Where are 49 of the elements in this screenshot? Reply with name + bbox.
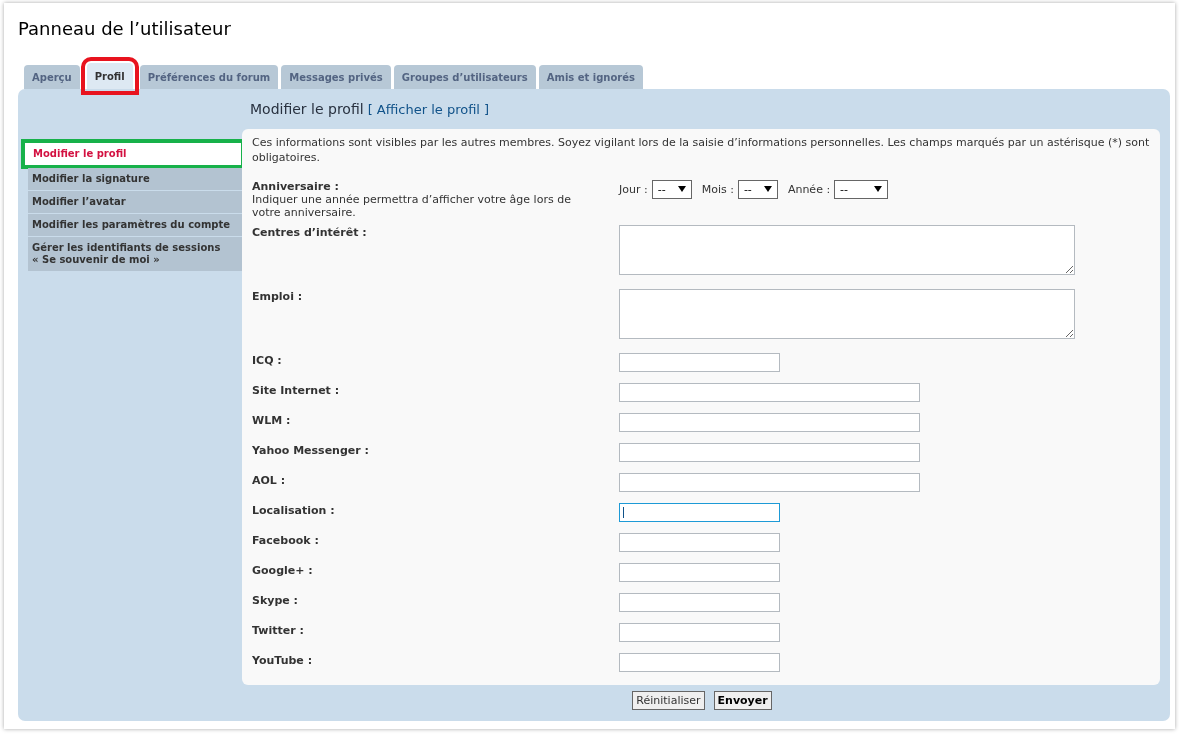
intro-text: Ces informations sont visibles par les autres membres. Soyez vigilant lors de la saisie d’informations personnelles. Les champs marqués par un astérisque (*) sont obligatoires.: [252, 135, 1150, 165]
field-label: Centres d’intérêt :: [252, 226, 368, 239]
select-label: Jour :: [619, 182, 648, 196]
field-label: Google+ :: [252, 564, 314, 577]
caret-icon: [874, 185, 883, 193]
input-field[interactable]: [619, 653, 780, 672]
dropdown[interactable]: --: [651, 179, 692, 199]
sidebar-item[interactable]: Modifier le profil: [23, 141, 243, 167]
field-label: AOL :: [252, 474, 287, 487]
input-field[interactable]: [619, 413, 920, 432]
dropdown[interactable]: --: [834, 179, 889, 199]
section-title: Modifier le profil: [250, 101, 364, 117]
select-label: Mois :: [701, 182, 734, 196]
field-label: YouTube :: [252, 654, 314, 667]
page-title: Panneau de l’utilisateur: [18, 17, 232, 41]
tab[interactable]: Messages privés: [281, 65, 391, 89]
field-label: Twitter :: [252, 624, 305, 637]
field-label: ICQ :: [252, 354, 283, 367]
field-label: Emploi :: [252, 290, 304, 303]
text-area[interactable]: [619, 289, 1075, 339]
sidebar-item[interactable]: Modifier la signature: [28, 168, 242, 190]
view-profile-link[interactable]: [ Afficher le profil ]: [367, 102, 490, 117]
field-label: Site Internet :: [252, 384, 341, 397]
input-field[interactable]: [619, 563, 780, 582]
input-field[interactable]: [619, 503, 780, 522]
input-field[interactable]: [619, 533, 780, 552]
dropdown[interactable]: --: [737, 179, 778, 199]
text-area[interactable]: [619, 225, 1075, 275]
input-field[interactable]: [619, 623, 780, 642]
submit-button[interactable]: Envoyer: [713, 691, 772, 710]
reset-button[interactable]: Réinitialiser: [632, 691, 705, 710]
caret-icon: [677, 185, 686, 193]
input-field[interactable]: [619, 593, 780, 612]
field-label: Localisation :: [252, 504, 336, 517]
field-label: Skype :: [252, 594, 299, 607]
field-label: Facebook :: [252, 534, 320, 547]
input-field[interactable]: [619, 353, 780, 372]
input-field[interactable]: [619, 383, 920, 402]
input-field[interactable]: [619, 443, 920, 462]
field-hint: Indiquer une année permettra d’afficher votre âge lors de votre anniversaire.: [252, 193, 572, 219]
field-label: Yahoo Messenger :: [252, 444, 370, 457]
select-label: Année :: [787, 182, 831, 196]
sidebar-item[interactable]: Modifier l’avatar: [28, 191, 242, 213]
field-label: WLM :: [252, 414, 292, 427]
sidebar-item[interactable]: Modifier les paramètres du compte: [28, 214, 242, 236]
caret-icon: [763, 185, 772, 193]
sidebar-item[interactable]: Gérer les identifiants de sessions « Se souvenir de moi »: [28, 237, 242, 271]
input-field[interactable]: [619, 473, 920, 492]
field-label: Anniversaire :: [252, 180, 340, 193]
